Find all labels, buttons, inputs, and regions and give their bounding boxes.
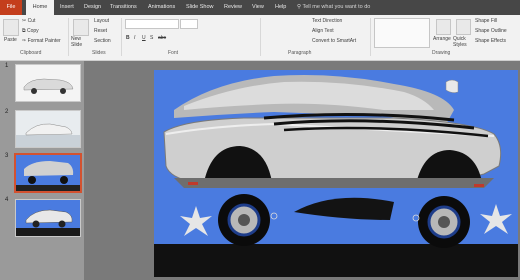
- car-thumbnail: [16, 200, 80, 236]
- tab-help[interactable]: Help: [275, 0, 286, 15]
- format-painter-button[interactable]: ✑ Format Painter: [22, 38, 61, 44]
- paste-button[interactable]: Paste: [4, 37, 17, 43]
- reset-button[interactable]: Reset: [94, 28, 107, 34]
- arrange-icon[interactable]: [436, 19, 451, 35]
- slide-thumbnail-3[interactable]: [14, 153, 82, 193]
- divider: [370, 18, 371, 56]
- layout-button[interactable]: Layout: [94, 18, 109, 24]
- shapes-gallery[interactable]: [374, 18, 430, 48]
- bold-button[interactable]: B: [126, 35, 130, 41]
- group-clipboard-label: Clipboard: [20, 50, 42, 56]
- slide-number: 1: [5, 63, 9, 69]
- group-font-label: Font: [168, 50, 179, 56]
- slide-thumbnail-2[interactable]: [15, 110, 81, 148]
- car-thumbnail: [16, 111, 80, 147]
- car-thumbnail: [16, 155, 80, 191]
- font-size-box[interactable]: [180, 19, 198, 29]
- tab-design[interactable]: Design: [84, 0, 101, 15]
- shape-outline-button[interactable]: Shape Outline: [475, 28, 507, 34]
- tell-me-text: Tell me what you want to do: [302, 4, 371, 10]
- tab-insert[interactable]: Insert: [60, 0, 74, 15]
- cut-button[interactable]: ✂ Cut: [22, 18, 35, 24]
- slide-canvas[interactable]: [154, 70, 518, 277]
- slide-thumbnail-4[interactable]: [15, 199, 81, 237]
- tab-animations[interactable]: Animations: [148, 0, 175, 15]
- shape-effects-button[interactable]: Shape Effects: [475, 38, 506, 44]
- quick-styles-button[interactable]: Quick Styles: [453, 36, 471, 48]
- tab-home[interactable]: Home: [26, 0, 54, 15]
- cut-icon: ✂: [22, 18, 27, 24]
- divider: [68, 18, 69, 56]
- font-name-box[interactable]: [125, 19, 179, 29]
- cut-label: Cut: [27, 18, 36, 24]
- align-text-button[interactable]: Align Text: [312, 28, 334, 34]
- new-slide-icon[interactable]: [73, 19, 89, 36]
- new-slide-button[interactable]: New Slide: [71, 36, 93, 48]
- shape-fill-button[interactable]: Shape Fill: [475, 18, 497, 24]
- tab-slideshow[interactable]: Slide Show: [186, 0, 214, 15]
- quick-styles-icon[interactable]: [456, 19, 471, 35]
- underline-button[interactable]: U: [142, 35, 146, 41]
- text-direction-button[interactable]: Text Direction: [312, 18, 342, 24]
- arrange-button[interactable]: Arrange: [433, 36, 451, 42]
- tab-file[interactable]: File: [0, 0, 22, 15]
- car-illustration: [154, 70, 518, 277]
- tell-me-box[interactable]: ⚲ Tell me what you want to do: [297, 0, 370, 15]
- strikethrough-button[interactable]: abc: [158, 35, 166, 41]
- copy-icon: ⧉: [22, 28, 26, 34]
- group-drawing-label: Drawing: [432, 50, 451, 56]
- italic-button[interactable]: I: [134, 35, 135, 41]
- shadow-button[interactable]: S: [150, 35, 153, 41]
- divider: [121, 18, 122, 56]
- group-slides-label: Slides: [92, 50, 106, 56]
- group-paragraph-label: Paragraph: [288, 50, 312, 56]
- slide-number: 4: [5, 197, 9, 203]
- tell-me-icon: ⚲: [297, 4, 302, 10]
- ribbon: Paste ✂ Cut ⧉ Copy ✑ Format Painter Clip…: [0, 15, 520, 61]
- car-thumbnail: [16, 65, 80, 101]
- convert-smartart-button[interactable]: Convert to SmartArt: [312, 38, 356, 44]
- slide-thumbnail-1[interactable]: [15, 64, 81, 102]
- divider: [260, 18, 261, 56]
- slide-thumbnails-pane: 1 2 3 4: [0, 61, 84, 280]
- paste-icon[interactable]: [3, 19, 19, 36]
- slide-number: 3: [5, 153, 9, 159]
- tab-view[interactable]: View: [252, 0, 264, 15]
- format-painter-label: Format Painter: [27, 38, 61, 44]
- section-button[interactable]: Section: [94, 38, 111, 44]
- copy-label: Copy: [26, 28, 39, 34]
- format-painter-icon: ✑: [22, 38, 27, 44]
- slide-number: 2: [5, 109, 9, 115]
- ribbon-tab-bar: File Home Insert Design Transitions Anim…: [0, 0, 520, 15]
- tab-review[interactable]: Review: [224, 0, 242, 15]
- tab-transitions[interactable]: Transitions: [110, 0, 137, 15]
- copy-button[interactable]: ⧉ Copy: [22, 28, 39, 34]
